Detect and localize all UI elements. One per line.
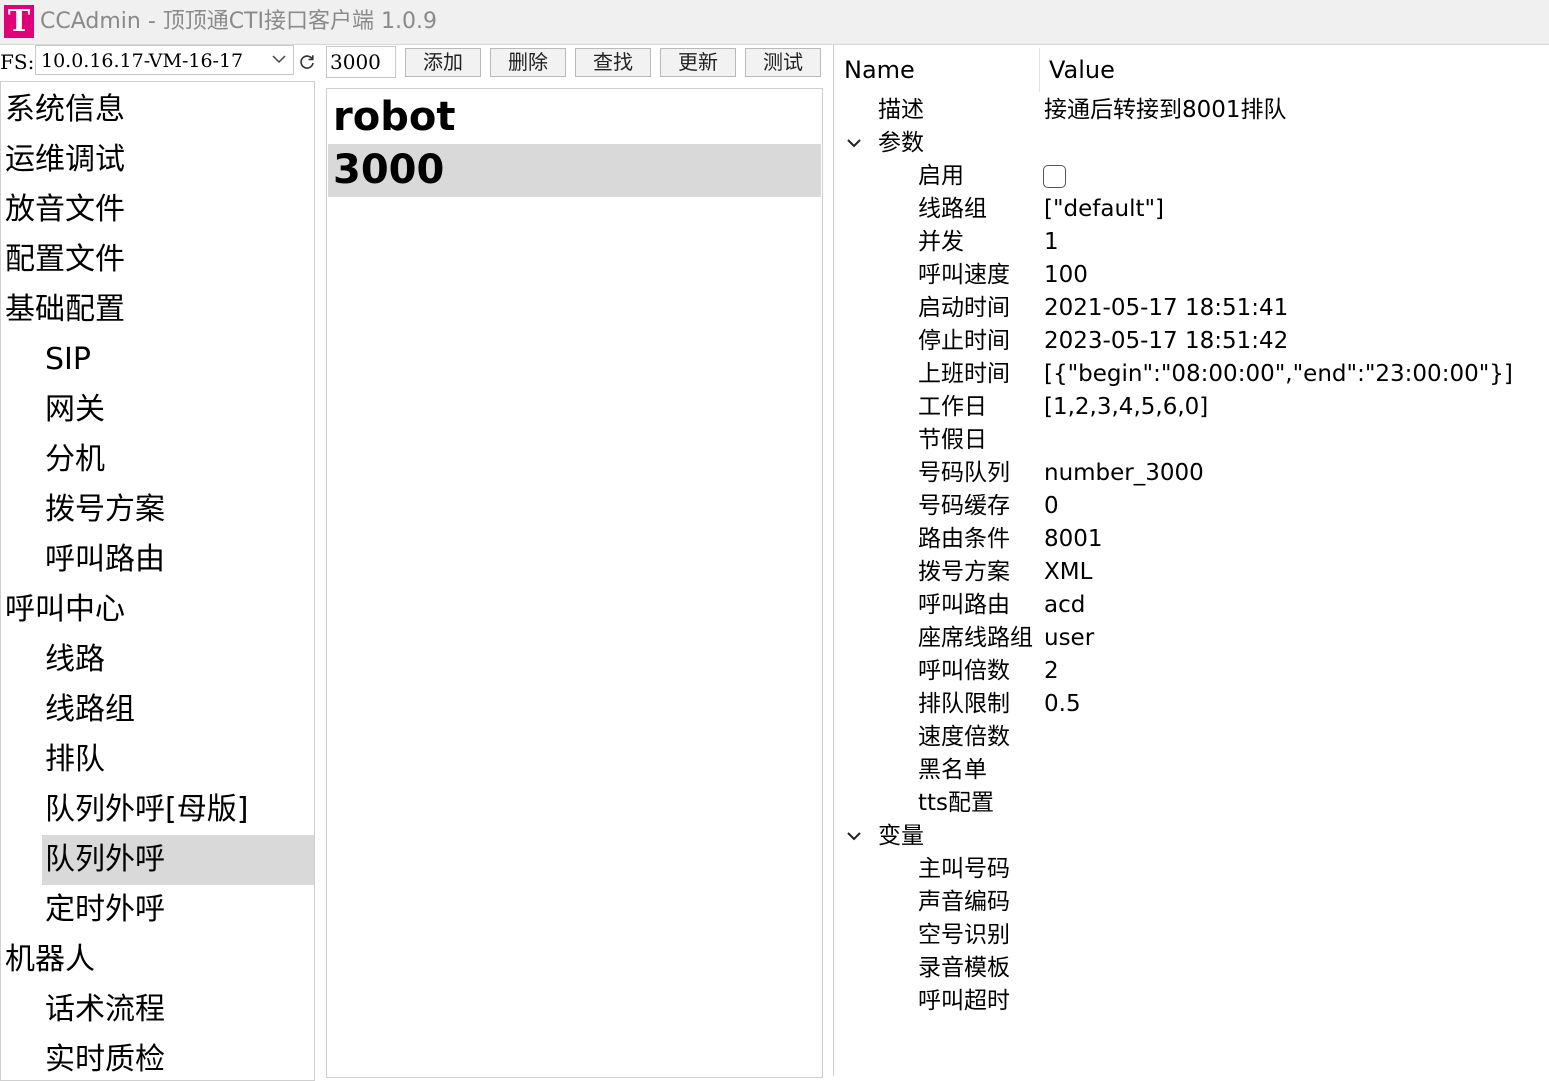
nav-item-system-info[interactable]: 系统信息 bbox=[1, 85, 314, 135]
list-item[interactable]: robot bbox=[328, 91, 821, 144]
property-row[interactable]: 呼叫路由 acd bbox=[834, 589, 1549, 622]
nav-item-queue-outbound[interactable]: 队列外呼 bbox=[42, 835, 314, 885]
nav-item-sip[interactable]: SIP bbox=[42, 335, 314, 385]
chevron-down-icon bbox=[272, 55, 286, 64]
property-row[interactable]: 黑名单 bbox=[834, 754, 1549, 787]
property-row[interactable]: 节假日 bbox=[834, 424, 1549, 457]
update-button[interactable]: 更新 bbox=[660, 48, 736, 77]
nav-item-gateway[interactable]: 网关 bbox=[42, 385, 314, 435]
nav-item-ops-debug[interactable]: 运维调试 bbox=[1, 135, 314, 185]
property-row[interactable]: 主叫号码 bbox=[834, 853, 1549, 886]
property-row[interactable]: 声音编码 bbox=[834, 886, 1549, 919]
property-row[interactable]: 空号识别 bbox=[834, 919, 1549, 952]
property-row[interactable]: 线路组 ["default"] bbox=[834, 193, 1549, 226]
column-header-name[interactable]: Name bbox=[844, 53, 915, 87]
nav-item-dialplan[interactable]: 拨号方案 bbox=[42, 485, 314, 535]
property-row[interactable]: 呼叫倍数 2 bbox=[834, 655, 1549, 688]
chevron-down-icon[interactable] bbox=[846, 127, 862, 160]
window-title: CCAdmin - 顶顶通CTI接口客户端 1.0.9 bbox=[40, 9, 438, 34]
property-group-variables[interactable]: 变量 bbox=[834, 820, 1549, 853]
enabled-checkbox[interactable] bbox=[1043, 165, 1066, 188]
app-logo-icon: T bbox=[4, 5, 34, 38]
property-row[interactable]: 工作日 [1,2,3,4,5,6,0] bbox=[834, 391, 1549, 424]
property-row[interactable]: 上班时间 [{"begin":"08:00:00","end":"23:00:0… bbox=[834, 358, 1549, 391]
test-button[interactable]: 测试 bbox=[745, 48, 821, 77]
nav-item-queue-outbound-template[interactable]: 队列外呼[母版] bbox=[42, 785, 314, 835]
nav-item-line[interactable]: 线路 bbox=[42, 635, 314, 685]
property-row[interactable]: 录音模板 bbox=[834, 952, 1549, 985]
property-row[interactable]: 路由条件 8001 bbox=[834, 523, 1549, 556]
property-row[interactable]: 启用 bbox=[834, 160, 1549, 193]
property-row[interactable]: tts配置 bbox=[834, 787, 1549, 820]
nav-item-queue[interactable]: 排队 bbox=[42, 735, 314, 785]
nav-item-call-route[interactable]: 呼叫路由 bbox=[42, 535, 314, 585]
property-row[interactable]: 并发 1 bbox=[834, 226, 1549, 259]
nav-item-audio-files[interactable]: 放音文件 bbox=[1, 185, 314, 235]
property-row[interactable]: 拨号方案 XML bbox=[834, 556, 1549, 589]
refresh-icon[interactable] bbox=[298, 53, 316, 71]
chevron-down-icon[interactable] bbox=[846, 820, 862, 853]
column-divider[interactable] bbox=[1039, 48, 1040, 92]
title-bar: T CCAdmin - 顶顶通CTI接口客户端 1.0.9 bbox=[0, 0, 1549, 45]
nav-item-script-flow[interactable]: 话术流程 bbox=[42, 985, 314, 1035]
property-row[interactable]: 号码缓存 0 bbox=[834, 490, 1549, 523]
nav-item-line-group[interactable]: 线路组 bbox=[42, 685, 314, 735]
nav-item-extension[interactable]: 分机 bbox=[42, 435, 314, 485]
add-button[interactable]: 添加 bbox=[405, 48, 481, 77]
property-row[interactable]: 速度倍数 bbox=[834, 721, 1549, 754]
nav-item-config-files[interactable]: 配置文件 bbox=[1, 235, 314, 285]
property-group-params[interactable]: 参数 bbox=[834, 127, 1549, 160]
find-button[interactable]: 查找 bbox=[575, 48, 651, 77]
nav-item-call-center[interactable]: 呼叫中心 bbox=[1, 585, 314, 635]
property-row[interactable]: 描述 接通后转接到8001排队 bbox=[834, 94, 1549, 127]
fs-server-select[interactable]: 10.0.16.17-VM-16-17 bbox=[35, 45, 294, 75]
property-grid: Name Value 描述 接通后转接到8001排队 参数 启用 线路组 ["d… bbox=[833, 45, 1549, 1076]
property-row[interactable]: 排队限制 0.5 bbox=[834, 688, 1549, 721]
fs-server-value: 10.0.16.17-VM-16-17 bbox=[41, 50, 244, 72]
property-row[interactable]: 停止时间 2023-05-17 18:51:42 bbox=[834, 325, 1549, 358]
delete-button[interactable]: 删除 bbox=[490, 48, 566, 77]
nav-item-basic-config[interactable]: 基础配置 bbox=[1, 285, 314, 335]
nav-item-scheduled-outbound[interactable]: 定时外呼 bbox=[42, 885, 314, 935]
property-row[interactable]: 座席线路组 user bbox=[834, 622, 1549, 655]
list-item[interactable]: 3000 bbox=[328, 144, 821, 197]
property-row[interactable]: 呼叫速度 100 bbox=[834, 259, 1549, 292]
column-header-value[interactable]: Value bbox=[1049, 53, 1115, 87]
nav-tree: 系统信息 运维调试 放音文件 配置文件 基础配置 SIP 网关 分机 拨号方案 … bbox=[0, 81, 315, 1081]
number-input[interactable]: 3000 bbox=[326, 46, 396, 78]
nav-item-realtime-qc[interactable]: 实时质检 bbox=[42, 1035, 314, 1080]
property-row[interactable]: 启动时间 2021-05-17 18:51:41 bbox=[834, 292, 1549, 325]
property-row[interactable]: 号码队列 number_3000 bbox=[834, 457, 1549, 490]
fs-label: FS: bbox=[0, 50, 35, 74]
nav-item-robot[interactable]: 机器人 bbox=[1, 935, 314, 985]
property-row[interactable]: 呼叫超时 bbox=[834, 985, 1549, 1018]
item-list: robot 3000 bbox=[326, 88, 823, 1078]
